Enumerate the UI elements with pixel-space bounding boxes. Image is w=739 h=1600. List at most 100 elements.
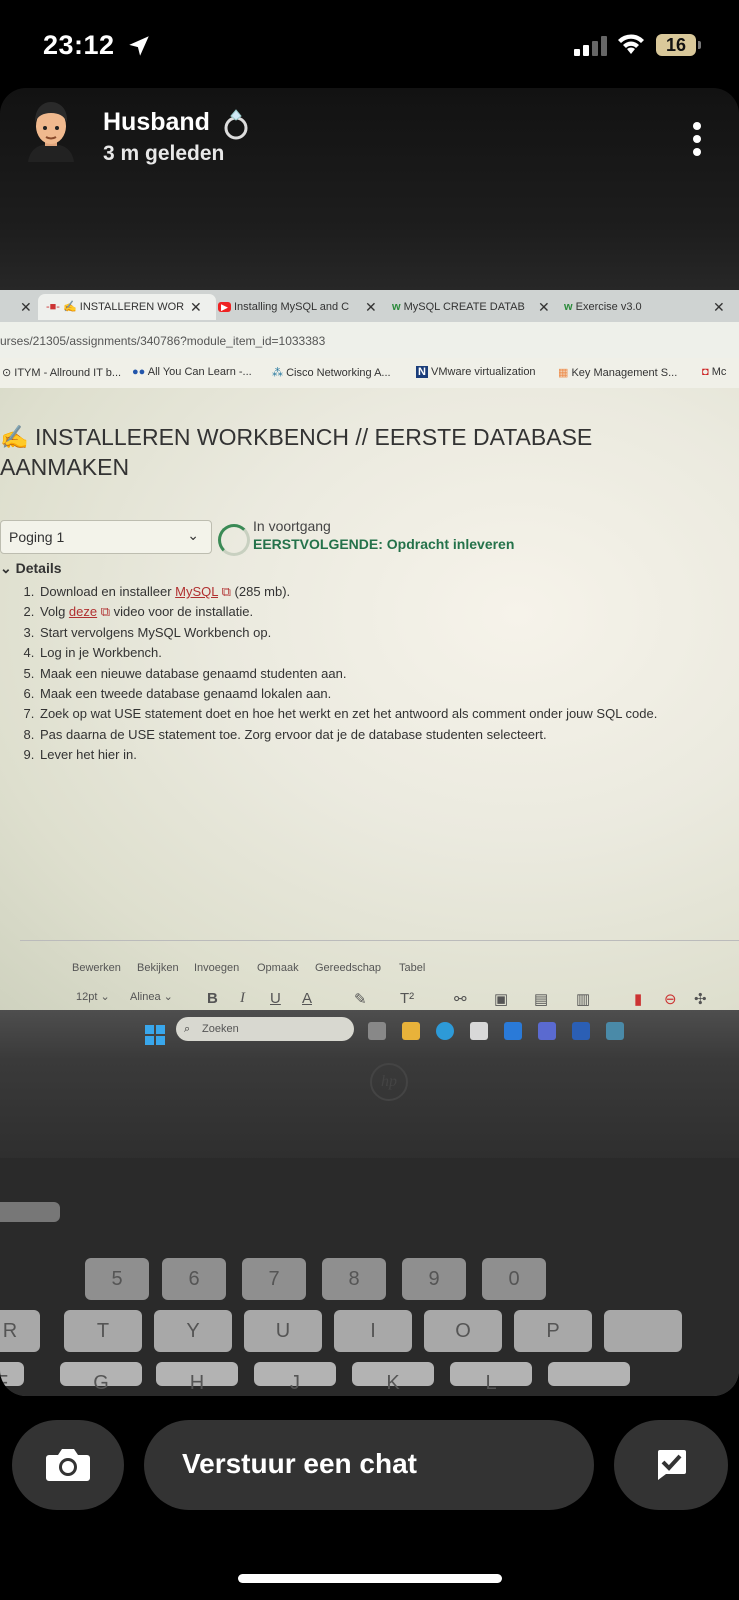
tab-youtube[interactable]: ▶ Installing MySQL and C (218, 294, 358, 320)
next-step-text: EERSTVOLGENDE: Opdracht inleveren (253, 536, 515, 552)
sender-name[interactable]: Husband (103, 108, 210, 137)
key: Y (154, 1310, 232, 1352)
media-icon[interactable]: ▤ (534, 990, 548, 1008)
more-options-icon[interactable] (693, 122, 703, 161)
edge-icon[interactable] (436, 1022, 454, 1040)
bookmark-item[interactable]: ▦ Key Management S... (558, 366, 677, 379)
plugin-icon[interactable]: ✣ (694, 990, 707, 1008)
page-title: ✍ INSTALLEREN WORKBENCH // EERSTE DATABA… (0, 424, 593, 480)
list-item: Download en installeer MySQL ⧉ (285 mb). (38, 582, 657, 602)
menu-item-invoegen[interactable]: Invoegen (194, 962, 239, 974)
bookmark-item[interactable]: ⊙ ITYM - Allround IT b... (2, 366, 121, 379)
menu-item-gereedschap[interactable]: Gereedschap (315, 962, 381, 974)
superscript-icon[interactable]: T² (400, 990, 414, 1007)
key: L (450, 1362, 532, 1394)
app-icon[interactable] (606, 1022, 624, 1040)
task-view-icon[interactable] (368, 1022, 386, 1040)
battery-icon: 16 (656, 34, 701, 56)
menu-item-bewerken[interactable]: Bewerken (72, 962, 121, 974)
italic-icon[interactable]: I (240, 990, 245, 1007)
list-item: Start vervolgens MySQL Workbench op. (38, 623, 657, 643)
menu-item-tabel[interactable]: Tabel (399, 962, 425, 974)
key: F (0, 1362, 24, 1394)
wifi-icon (618, 34, 644, 54)
highlight-icon[interactable]: ✎ (354, 990, 367, 1008)
key: J (254, 1362, 336, 1394)
mysql-link[interactable]: MySQL (175, 584, 218, 599)
word-icon[interactable] (572, 1022, 590, 1040)
office-icon[interactable]: ▮ (634, 990, 642, 1008)
list-item: Maak een tweede database genaamd lokalen… (38, 684, 657, 704)
location-arrow-icon (129, 36, 149, 56)
bookmark-item[interactable]: ◘ Mc (702, 366, 726, 378)
key: 8 (322, 1258, 386, 1300)
close-icon[interactable]: ✕ (713, 294, 725, 320)
list-item: Maak een nieuwe database genaamd student… (38, 664, 657, 684)
tab-exercise[interactable]: w Exercise v3.0 (564, 294, 694, 320)
signal-icon (574, 36, 607, 56)
font-size-select[interactable]: 12pt ⌄ (76, 990, 110, 1003)
underline-icon[interactable]: U (270, 990, 281, 1007)
key: G (60, 1362, 142, 1394)
close-icon[interactable]: ✕ (365, 294, 377, 320)
text-color-icon[interactable]: A (302, 990, 312, 1007)
bookmark-item[interactable]: N VMware virtualization (416, 366, 536, 378)
windows-taskbar: ⌕ Zoeken (0, 1010, 739, 1060)
windows-start-icon[interactable] (145, 1025, 165, 1045)
taskbar-search-input[interactable]: ⌕ Zoeken (176, 1017, 354, 1041)
hp-logo-icon: hp (370, 1063, 408, 1101)
external-link-icon: ⧉ (221, 584, 231, 599)
key: 7 (242, 1258, 306, 1300)
link-icon[interactable]: ⚯ (454, 990, 467, 1008)
quick-reply-button[interactable] (614, 1420, 728, 1510)
store-icon[interactable] (470, 1022, 488, 1040)
teams-icon[interactable] (538, 1022, 556, 1040)
instruction-list: Download en installeer MySQL ⧉ (285 mb).… (20, 582, 657, 766)
camera-button[interactable] (12, 1420, 124, 1510)
list-item: Pas daarna de USE statement toe. Zorg er… (38, 725, 657, 745)
bold-icon[interactable]: B (207, 990, 218, 1007)
chat-reply-icon (658, 1450, 686, 1480)
close-icon[interactable]: ✕ (538, 294, 550, 320)
ring-icon (224, 109, 248, 140)
image-icon[interactable]: ▣ (494, 990, 508, 1008)
list-item: Zoek op wat USE statement doet en hoe he… (38, 704, 657, 724)
avatar[interactable] (22, 100, 80, 162)
laptop-keyboard: 5 6 7 8 9 0 R T Y U I O P F G H J K L (0, 1158, 739, 1396)
menu-item-opmaak[interactable]: Opmaak (257, 962, 299, 974)
details-toggle[interactable]: ⌄ Details (0, 560, 62, 577)
folder-icon[interactable] (402, 1022, 420, 1040)
list-item: Volg deze ⧉ video voor de installatie. (38, 602, 657, 622)
key: 6 (162, 1258, 226, 1300)
list-item: Lever het hier in. (38, 745, 657, 765)
home-indicator[interactable] (238, 1574, 502, 1583)
progress-spinner-icon (218, 524, 250, 556)
attempt-select[interactable]: Poging 1 ⌄ (0, 520, 212, 554)
video-link[interactable]: deze (69, 604, 97, 619)
key: H (156, 1362, 238, 1394)
paragraph-select[interactable]: Alinea ⌄ (130, 990, 173, 1003)
close-icon[interactable]: ✕ (20, 294, 32, 320)
bookmark-item[interactable]: ⁂ Cisco Networking A... (272, 366, 391, 379)
close-icon[interactable]: ✕ (190, 294, 202, 320)
list-item: Log in je Workbench. (38, 643, 657, 663)
document-icon[interactable]: ▥ (576, 990, 590, 1008)
url-text[interactable]: urses/21305/assignments/340786?module_it… (0, 334, 325, 348)
key: 5 (85, 1258, 149, 1300)
menu-item-bekijken[interactable]: Bekijken (137, 962, 179, 974)
bookmark-item[interactable]: ●● All You Can Learn -... (132, 366, 252, 378)
key: R (0, 1310, 40, 1352)
key: P (514, 1310, 592, 1352)
key: T (64, 1310, 142, 1352)
story-view[interactable]: Husband 3 m geleden ✕ -■- ✍ INSTALLEREN … (0, 88, 739, 1396)
clock: 23:12 (43, 30, 115, 60)
embed-icon[interactable]: ⊖ (664, 990, 677, 1008)
search-icon: ⌕ (184, 1023, 191, 1035)
key: 0 (482, 1258, 546, 1300)
chat-placeholder: Verstuur een chat (182, 1448, 417, 1479)
tab-mysql-create[interactable]: w MySQL CREATE DATAB (392, 294, 532, 320)
chat-input[interactable]: Verstuur een chat (144, 1420, 594, 1510)
key: 9 (402, 1258, 466, 1300)
vscode-icon[interactable] (504, 1022, 522, 1040)
status-bar: 23:12 16 (0, 0, 739, 90)
